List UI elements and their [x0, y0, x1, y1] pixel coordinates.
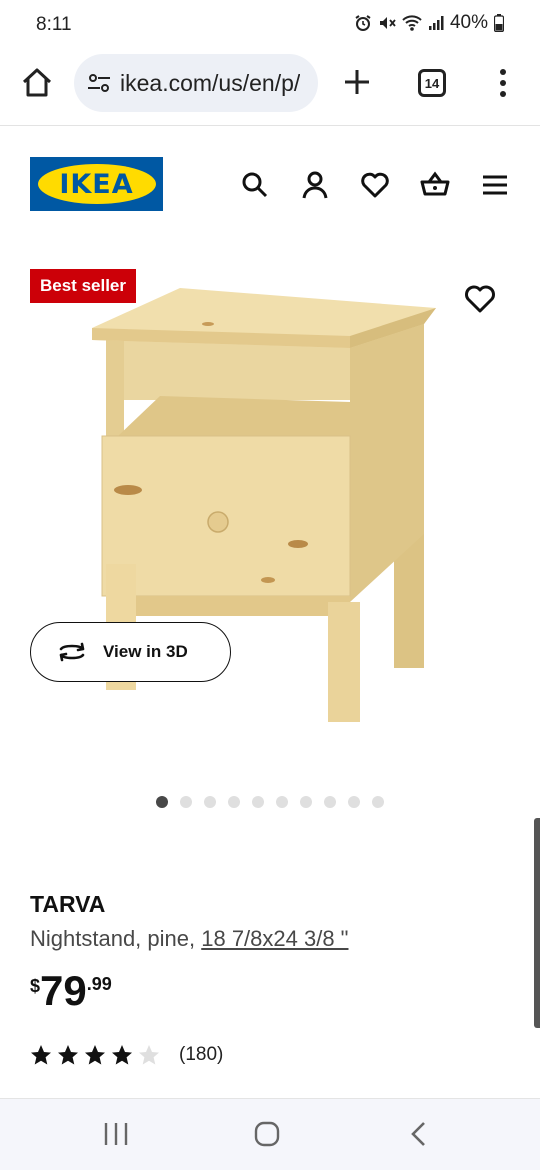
view-in-3d-label: View in 3D: [103, 642, 188, 661]
search-icon[interactable]: [240, 170, 270, 200]
star-icon: [31, 1045, 51, 1065]
product-dimensions-link[interactable]: 18 7/8x24 3/8 ": [201, 926, 348, 951]
battery-percent: 40%: [449, 12, 488, 33]
product-name: TARVA: [30, 891, 106, 917]
alarm-icon: [355, 15, 371, 31]
tab-count: 14: [424, 75, 440, 91]
product-image-gallery[interactable]: Best seller View in 3D: [0, 244, 540, 824]
product-price: $ 79 .99: [30, 968, 112, 1014]
best-seller-badge: Best seller: [30, 269, 136, 303]
new-tab-icon[interactable]: [341, 66, 373, 98]
menu-icon[interactable]: [480, 170, 510, 200]
rotate-3d-icon: [59, 642, 85, 662]
product-type: Nightstand, pine,: [30, 926, 202, 951]
carousel-dot[interactable]: [204, 796, 216, 808]
carousel-dot[interactable]: [324, 796, 336, 808]
browser-toolbar: ikea.com/us/en/p/ 14: [0, 52, 540, 126]
carousel-dot[interactable]: [180, 796, 192, 808]
review-count: (180): [179, 1044, 224, 1065]
logo-text: IKEA: [59, 168, 134, 200]
site-settings-icon[interactable]: [86, 70, 112, 96]
carousel-dot[interactable]: [372, 796, 384, 808]
logo-oval: IKEA: [37, 164, 156, 204]
star-icon: [58, 1045, 78, 1065]
status-bar: 8:11 40%: [0, 0, 540, 52]
cart-icon[interactable]: [420, 170, 450, 200]
battery-icon: [494, 14, 504, 32]
price-integer: 79: [40, 967, 87, 1014]
url-text: ikea.com/us/en/p/: [120, 69, 301, 96]
home-button-icon[interactable]: [251, 1119, 283, 1149]
tab-switcher-button[interactable]: 14: [418, 69, 446, 97]
carousel-dot[interactable]: [228, 796, 240, 808]
home-icon[interactable]: [20, 66, 54, 100]
view-in-3d-button[interactable]: View in 3D: [30, 622, 231, 682]
ikea-logo[interactable]: IKEA: [30, 157, 163, 211]
mute-icon: [379, 17, 396, 29]
carousel-dot[interactable]: [156, 796, 168, 808]
price-currency: $: [30, 976, 41, 996]
site-header: IKEA: [0, 126, 540, 244]
more-menu-icon[interactable]: [496, 68, 510, 98]
heart-icon[interactable]: [360, 170, 390, 200]
wifi-icon: [402, 15, 422, 31]
address-bar[interactable]: ikea.com/us/en/p/: [74, 54, 318, 112]
system-navigation-bar: [0, 1098, 540, 1170]
signal-icon: [428, 16, 444, 30]
star-icon: [85, 1045, 105, 1065]
product-description: Nightstand, pine, 18 7/8x24 3/8 ": [30, 926, 349, 952]
favourite-heart-icon[interactable]: [463, 284, 497, 314]
recent-apps-icon[interactable]: [100, 1119, 132, 1149]
account-icon[interactable]: [300, 170, 330, 200]
back-icon[interactable]: [404, 1119, 436, 1149]
scrollbar[interactable]: [534, 818, 540, 1028]
carousel-dot[interactable]: [348, 796, 360, 808]
carousel-dot[interactable]: [276, 796, 288, 808]
carousel-dot[interactable]: [300, 796, 312, 808]
status-time: 8:11: [36, 14, 72, 35]
status-icons: 40%: [354, 12, 504, 34]
star-icon: [112, 1045, 132, 1065]
price-decimal: .99: [86, 974, 112, 994]
carousel-dot[interactable]: [252, 796, 264, 808]
carousel-dots: [156, 796, 384, 808]
product-rating[interactable]: (180): [30, 1044, 223, 1066]
star-empty-icon: [139, 1045, 159, 1065]
